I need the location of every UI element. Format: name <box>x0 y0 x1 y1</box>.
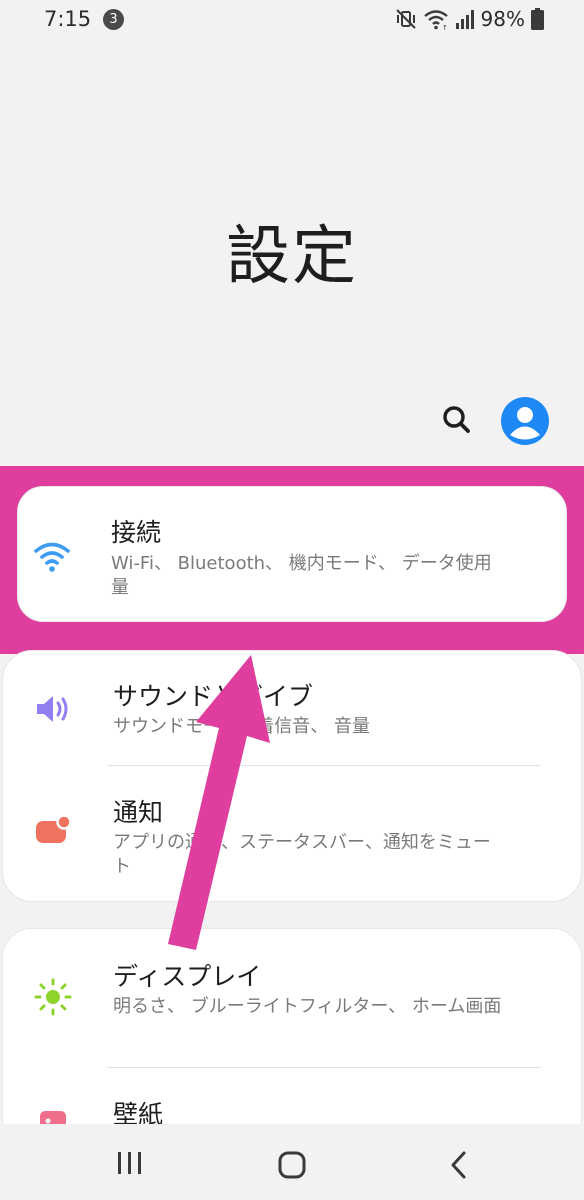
settings-item-display[interactable]: ディスプレイ 明るさ、 ブルーライトフィルター、 ホーム画面 <box>3 929 581 1067</box>
settings-item-notifications[interactable]: 通知 アプリの通知、ステータスバー、通知をミュート <box>3 769 581 903</box>
settings-item-title: 通知 <box>113 798 164 827</box>
brightness-icon <box>34 978 72 1016</box>
back-button[interactable] <box>444 1148 474 1182</box>
profile-icon <box>501 397 549 445</box>
page-title: 設定 <box>226 220 358 294</box>
search-button[interactable] <box>435 398 479 442</box>
status-time: 7:15 <box>44 7 92 31</box>
signal-icon <box>455 10 474 29</box>
settings-item-subtitle: 明るさ、 ブルーライトフィルター、 ホーム画面 <box>113 996 502 1017</box>
divider <box>107 1067 541 1068</box>
recents-button[interactable] <box>113 1150 147 1178</box>
settings-item-subtitle: サウンドモード、着信音、 音量 <box>113 716 371 737</box>
divider <box>107 765 541 766</box>
wifi-icon: ↑↓ <box>423 10 449 30</box>
status-icons: ↑↓ 98% <box>395 6 544 32</box>
battery-percent: 98% <box>480 7 525 31</box>
settings-item-title: サウンドとバイブ <box>113 682 314 711</box>
wifi-icon <box>34 542 70 572</box>
settings-item-connections[interactable]: 接続 Wi-Fi、 Bluetooth、 機内モード、 データ使用量 <box>18 487 566 623</box>
settings-item-title: 接続 <box>111 518 162 547</box>
notification-icon <box>36 814 72 843</box>
mute-vibrate-icon <box>395 9 416 29</box>
speaker-icon <box>37 696 68 722</box>
settings-item-title: ディスプレイ <box>113 962 262 991</box>
recents-icon <box>118 1152 141 1174</box>
back-icon <box>451 1151 466 1179</box>
settings-card-sound-notifications: サウンドとバイブ サウンドモード、着信音、 音量 通知 アプリの通知、ステータス… <box>2 650 582 902</box>
home-button[interactable] <box>275 1148 309 1182</box>
battery-icon <box>531 8 544 30</box>
settings-item-sound[interactable]: サウンドとバイブ サウンドモード、着信音、 音量 <box>3 651 581 769</box>
home-icon <box>278 1151 306 1179</box>
settings-card-connections: 接続 Wi-Fi、 Bluetooth、 機内モード、 データ使用量 <box>17 486 567 622</box>
settings-item-subtitle: Wi-Fi、 Bluetooth、 機内モード、 データ使用量 <box>111 553 492 598</box>
svg-text:↑↓: ↑↓ <box>442 24 449 30</box>
profile-button[interactable] <box>500 396 550 446</box>
notification-count-badge: 3 <box>103 9 124 30</box>
search-icon <box>443 406 470 433</box>
settings-screen: 7:15 3 ↑↓ 98% <box>0 0 584 1200</box>
navigation-bar <box>0 1124 584 1200</box>
status-bar: 7:15 3 ↑↓ 98% <box>0 0 584 40</box>
settings-card-display: ディスプレイ 明るさ、 ブルーライトフィルター、 ホーム画面 壁紙 <box>2 928 582 1148</box>
settings-item-subtitle: アプリの通知、ステータスバー、通知をミュート <box>113 832 491 877</box>
